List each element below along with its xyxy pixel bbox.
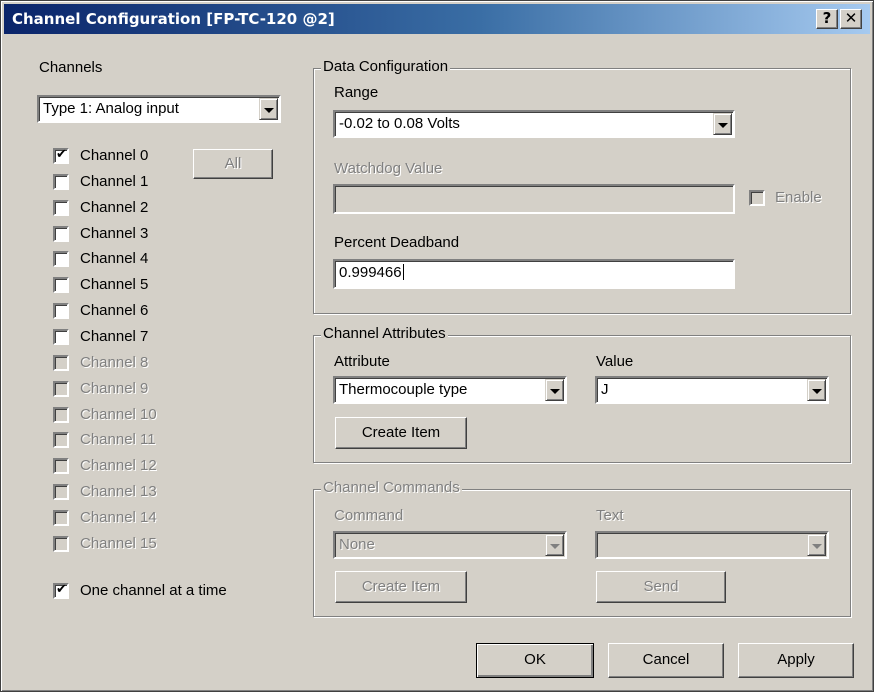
one-channel-at-a-time-checkbox[interactable]: ✔	[53, 582, 69, 599]
channel-3-checkbox[interactable]	[53, 226, 69, 242]
cancel-button[interactable]: Cancel	[608, 643, 724, 678]
title-bar[interactable]: Channel Configuration [FP-TC-120 @2] ? ✕	[4, 4, 870, 34]
data-configuration-title: Data Configuration	[321, 58, 451, 75]
channel-13-checkbox[interactable]	[53, 484, 69, 500]
channel-12-checkbox[interactable]	[53, 458, 69, 474]
channel-10-checkbox[interactable]	[53, 407, 69, 423]
channel-9-checkbox[interactable]	[53, 381, 69, 397]
range-value: -0.02 to 0.08 Volts	[339, 115, 460, 132]
watchdog-enable-checkbox[interactable]	[749, 190, 765, 206]
window-title: Channel Configuration [FP-TC-120 @2]	[12, 10, 335, 28]
channel-attributes-title: Channel Attributes	[321, 325, 448, 342]
value-label: Value	[596, 353, 634, 370]
channel-8-checkbox[interactable]	[53, 355, 69, 371]
watchdog-value-input[interactable]	[333, 184, 735, 214]
channel-commands-title: Channel Commands	[321, 479, 462, 496]
command-select[interactable]: None	[333, 531, 567, 559]
channel-1-checkbox[interactable]	[53, 174, 69, 190]
channel-14-checkbox[interactable]	[53, 510, 69, 526]
attribute-select[interactable]: Thermocouple type	[333, 376, 567, 404]
channel-2-label: Channel 2	[80, 199, 149, 216]
range-select[interactable]: -0.02 to 0.08 Volts	[333, 110, 735, 138]
watchdog-label: Watchdog Value	[334, 160, 443, 177]
chevron-down-icon[interactable]	[713, 113, 732, 135]
channel-0-checkbox[interactable]: ✔	[53, 147, 69, 164]
chevron-down-icon[interactable]	[807, 379, 826, 401]
attribute-label: Attribute	[334, 353, 390, 370]
chevron-down-icon[interactable]	[545, 379, 564, 401]
text-label: Text	[596, 507, 624, 524]
attribute-value-value: J	[601, 381, 609, 398]
channel-15-label: Channel 15	[80, 535, 157, 552]
watchdog-enable-label: Enable	[775, 189, 822, 206]
channel-13-label: Channel 13	[80, 483, 157, 500]
channel-9-label: Channel 9	[80, 380, 149, 397]
all-channels-button[interactable]: All	[193, 149, 273, 179]
command-text-select[interactable]	[595, 531, 829, 559]
apply-button[interactable]: Apply	[738, 643, 854, 678]
close-button[interactable]: ✕	[840, 9, 862, 29]
attributes-create-item-button[interactable]: Create Item	[335, 417, 467, 449]
chevron-down-icon[interactable]	[807, 534, 826, 556]
channel-5-checkbox[interactable]	[53, 277, 69, 293]
channel-4-checkbox[interactable]	[53, 251, 69, 267]
channel-6-checkbox[interactable]	[53, 303, 69, 319]
channel-configuration-dialog: Channel Configuration [FP-TC-120 @2] ? ✕…	[0, 0, 874, 692]
command-value: None	[339, 536, 375, 553]
channel-15-checkbox[interactable]	[53, 536, 69, 552]
channel-8-label: Channel 8	[80, 354, 149, 371]
channels-heading: Channels	[39, 59, 103, 76]
text-caret	[402, 264, 404, 280]
percent-deadband-value: 0.999466	[339, 264, 402, 281]
one-channel-at-a-time-label: One channel at a time	[80, 582, 227, 599]
send-button[interactable]: Send	[596, 571, 726, 603]
channel-4-label: Channel 4	[80, 250, 149, 267]
channel-10-label: Channel 10	[80, 406, 157, 423]
channel-11-label: Channel 11	[80, 431, 156, 448]
checkmark-icon: ✔	[56, 147, 67, 162]
channel-type-value: Type 1: Analog input	[43, 100, 179, 117]
percent-deadband-input[interactable]: 0.999466	[333, 259, 735, 289]
chevron-down-icon[interactable]	[545, 534, 564, 556]
command-label: Command	[334, 507, 404, 524]
channel-5-label: Channel 5	[80, 276, 149, 293]
channel-3-label: Channel 3	[80, 225, 149, 242]
channel-11-checkbox[interactable]	[53, 432, 69, 448]
channel-0-label: Channel 0	[80, 147, 149, 164]
attribute-value-select[interactable]: J	[595, 376, 829, 404]
channel-7-label: Channel 7	[80, 328, 149, 345]
help-button[interactable]: ?	[816, 9, 838, 29]
channel-2-checkbox[interactable]	[53, 200, 69, 216]
channel-7-checkbox[interactable]	[53, 329, 69, 345]
checkmark-icon: ✔	[56, 582, 67, 597]
percent-deadband-label: Percent Deadband	[334, 234, 460, 251]
commands-create-item-button[interactable]: Create Item	[335, 571, 467, 603]
range-label: Range	[334, 84, 379, 101]
chevron-down-icon[interactable]	[259, 98, 278, 120]
channel-6-label: Channel 6	[80, 302, 149, 319]
ok-button[interactable]: OK	[476, 643, 594, 678]
channel-12-label: Channel 12	[80, 457, 157, 474]
channel-14-label: Channel 14	[80, 509, 157, 526]
channel-1-label: Channel 1	[80, 173, 149, 190]
channel-type-select[interactable]: Type 1: Analog input	[37, 95, 281, 123]
attribute-value: Thermocouple type	[339, 381, 468, 398]
